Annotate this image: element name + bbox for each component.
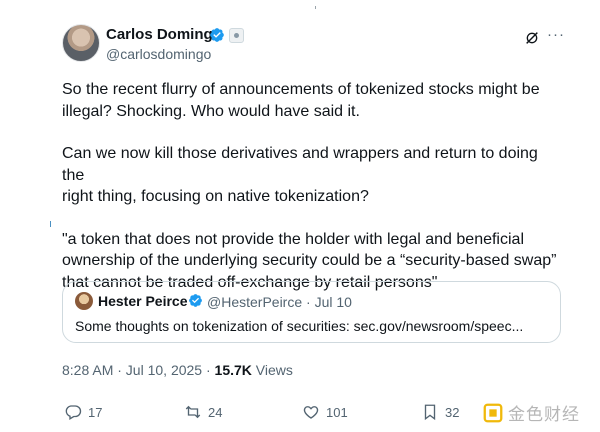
- bookmark-count: 32: [445, 404, 460, 420]
- reply-button[interactable]: 17: [64, 403, 102, 421]
- author-name[interactable]: Carlos Domingo: [106, 26, 222, 43]
- post-meta: 8:28 AM · Jul 10, 2025 · 15.7K Views: [62, 362, 293, 378]
- reply-icon: [65, 405, 82, 420]
- text-cursor-marker: [50, 221, 51, 227]
- post-text: So the recent flurry of announcements of…: [62, 79, 562, 314]
- top-marker: [315, 6, 316, 9]
- watermark-text: 金色财经: [508, 405, 580, 424]
- quoted-author-avatar: [75, 292, 93, 310]
- quoted-post-text: Some thoughts on tokenization of securit…: [75, 318, 524, 334]
- quoted-verified-badge-icon: [189, 294, 202, 307]
- heart-icon: [303, 406, 319, 419]
- repost-icon: [185, 405, 201, 419]
- grok-icon[interactable]: [524, 30, 540, 46]
- watermark: 金色财经: [482, 400, 580, 425]
- post-timestamp[interactable]: 8:28 AM · Jul 10, 2025 ·: [62, 362, 215, 378]
- reply-count: 17: [88, 404, 103, 420]
- author-avatar[interactable]: [62, 24, 100, 62]
- views-count: 15.7K: [214, 362, 252, 378]
- verified-badge-icon: [210, 28, 224, 42]
- repost-button[interactable]: 24: [184, 403, 222, 421]
- post-paragraph: Can we now kill those derivatives and wr…: [62, 145, 538, 205]
- author-handle[interactable]: @carlosdomingo: [106, 46, 211, 62]
- like-count: 101: [326, 404, 348, 420]
- affiliation-badge-icon[interactable]: [229, 28, 244, 43]
- more-options-icon[interactable]: ···: [547, 26, 565, 43]
- post-paragraph: So the recent flurry of announcements of…: [62, 81, 540, 120]
- like-button[interactable]: 101: [302, 403, 348, 421]
- quoted-handle-date: @HesterPeirce · Jul 10: [207, 294, 352, 310]
- quoted-author-name: Hester Peirce: [98, 293, 188, 309]
- repost-count: 24: [208, 404, 223, 420]
- bookmark-button[interactable]: 32: [421, 403, 459, 421]
- watermark-logo-icon: [483, 403, 503, 422]
- views-label: Views: [251, 362, 293, 378]
- bookmark-icon: [424, 404, 436, 421]
